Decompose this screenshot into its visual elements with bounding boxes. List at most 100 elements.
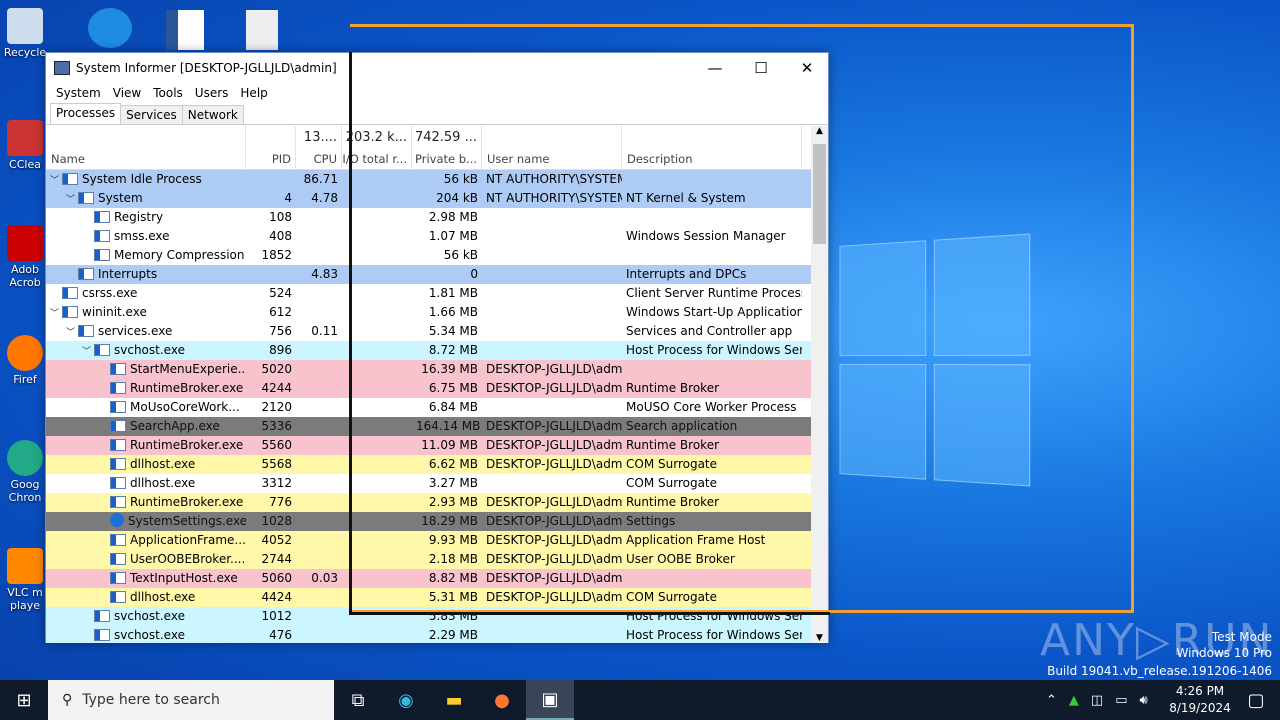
- desktop-icon-acrobat[interactable]: Adob Acrob: [0, 225, 50, 289]
- column-label: Name: [51, 152, 85, 166]
- process-row[interactable]: RuntimeBroker.exe 776 2.93 MB DESKTOP-JGLLJ…: [46, 493, 812, 512]
- desc-cell: Search application: [626, 419, 738, 433]
- desktop-icon-ccleaner[interactable]: CClea: [0, 120, 50, 171]
- priv-cell: 8.72 MB: [428, 343, 478, 357]
- process-row[interactable]: SystemSettings.exe 1028 18.29 MB DESKTOP-JG…: [46, 512, 812, 531]
- chevron-down-icon[interactable]: ﹀: [66, 324, 78, 341]
- pid-cell: 5560: [261, 438, 292, 452]
- process-icon: [62, 306, 78, 318]
- desktop-icon-recycle-bin[interactable]: Recycle: [0, 8, 50, 59]
- process-row[interactable]: ﹀ System Idle Process 86.71 56 kB NT AUTHORI…: [46, 170, 812, 189]
- chevron-down-icon[interactable]: ﹀: [82, 343, 94, 360]
- process-row[interactable]: MoUsoCoreWork... 2120 6.84 MB MoUSO Core Wo…: [46, 398, 812, 417]
- process-row[interactable]: dllhost.exe 4424 5.31 MB DESKTOP-JGLLJLD\ad…: [46, 588, 812, 607]
- edge-taskbar-icon[interactable]: ◉: [382, 680, 430, 720]
- start-button[interactable]: ⊞: [0, 680, 48, 720]
- process-row[interactable]: Memory Compression 1852 56 kB: [46, 246, 812, 265]
- menu-tools[interactable]: Tools: [147, 86, 189, 100]
- process-name: RuntimeBroker.exe: [130, 495, 244, 509]
- process-row[interactable]: ﹀ services.exe 756 0.11 5.34 MB Services and …: [46, 322, 812, 341]
- column-header[interactable]: User name: [482, 126, 622, 169]
- vertical-scrollbar[interactable]: ▲ ▼: [811, 126, 828, 643]
- scrollbar-thumb[interactable]: [813, 144, 826, 244]
- process-row[interactable]: svchost.exe 1012 5.83 MB Host Process for W…: [46, 607, 812, 626]
- column-header[interactable]: PID: [246, 126, 296, 169]
- desktop-icon-firefox[interactable]: Firef: [0, 335, 50, 386]
- process-row[interactable]: smss.exe 408 1.07 MB Windows Session Manage…: [46, 227, 812, 246]
- user-cell: DESKTOP-JGLLJLD\admi: [486, 533, 622, 547]
- process-row[interactable]: ApplicationFrame... 4052 9.93 MB DESKTOP-JG…: [46, 531, 812, 550]
- process-name-cell: dllhost.exe: [46, 474, 246, 493]
- file-explorer-icon[interactable]: ▬: [430, 680, 478, 720]
- edge-desktop-icon[interactable]: [88, 8, 132, 48]
- process-row[interactable]: ﹀ System 4 4.78 204 kB NT AUTHORITY\SYSTEM NT …: [46, 189, 812, 208]
- process-row[interactable]: RuntimeBroker.exe 4244 6.75 MB DESKTOP-JGLL…: [46, 379, 812, 398]
- chevron-up-icon[interactable]: ⌃: [1046, 693, 1057, 708]
- column-header[interactable]: 203.2 k... I/O total r...: [342, 126, 412, 169]
- chevron-down-icon[interactable]: ﹀: [66, 191, 78, 208]
- user-cell: DESKTOP-JGLLJLD\admi: [486, 590, 622, 604]
- process-icon: [62, 173, 78, 185]
- process-icon: [78, 268, 94, 280]
- column-header[interactable]: Name: [46, 126, 246, 169]
- process-row[interactable]: Registry 108 2.98 MB: [46, 208, 812, 227]
- title-bar[interactable]: System Informer [DESKTOP-JGLLJLD\admin] …: [46, 53, 828, 83]
- desktop-icon-vlc[interactable]: VLC m playe: [0, 548, 50, 612]
- process-row[interactable]: UserOOBEBroker.... 2744 2.18 MB DESKTOP-JGL…: [46, 550, 812, 569]
- notifications-icon[interactable]: ▢: [1232, 680, 1280, 720]
- firefox-taskbar-icon[interactable]: ●: [478, 680, 526, 720]
- process-name-cell: ﹀ System: [46, 189, 246, 208]
- meet-now-icon[interactable]: ◫: [1091, 693, 1103, 708]
- process-name-cell: smss.exe: [46, 227, 246, 246]
- taskbar-search-box[interactable]: ⚲ Type here to search: [48, 680, 334, 720]
- io-cell: [342, 189, 412, 208]
- pid-cell: 612: [269, 305, 292, 319]
- column-header[interactable]: 742.59 ... Private b...: [412, 126, 482, 169]
- desktop-icon-chrome[interactable]: Goog Chron: [0, 440, 50, 504]
- tab-network[interactable]: Network: [181, 105, 244, 124]
- column-header[interactable]: Description: [622, 126, 802, 169]
- close-button[interactable]: ✕: [784, 53, 830, 83]
- process-row[interactable]: dllhost.exe 3312 3.27 MB COM Surrogate: [46, 474, 812, 493]
- menu-view[interactable]: View: [107, 86, 147, 100]
- activity-graph-icon[interactable]: ▲: [1069, 693, 1079, 708]
- menu-help[interactable]: Help: [234, 86, 273, 100]
- priv-cell: 1.07 MB: [428, 229, 478, 243]
- process-row[interactable]: StartMenuExperie... 5020 16.39 MB DESKTOP-J…: [46, 360, 812, 379]
- word-desktop-icon[interactable]: [166, 10, 204, 50]
- process-row[interactable]: RuntimeBroker.exe 5560 11.09 MB DESKTOP-JGL…: [46, 436, 812, 455]
- process-row[interactable]: TextInputHost.exe 5060 0.03 8.82 MB DESKTOP-…: [46, 569, 812, 588]
- priv-cell: 11.09 MB: [421, 438, 478, 452]
- process-name: svchost.exe: [114, 609, 185, 623]
- priv-cell: 6.75 MB: [428, 381, 478, 395]
- process-row[interactable]: dllhost.exe 5568 6.62 MB DESKTOP-JGLLJLD\ad…: [46, 455, 812, 474]
- process-row[interactable]: Interrupts 4.83 0 Interrupts and DPCs: [46, 265, 812, 284]
- volume-icon[interactable]: 🔊︎: [1140, 693, 1148, 708]
- chevron-down-icon[interactable]: ﹀: [50, 172, 62, 189]
- process-row[interactable]: ﹀ wininit.exe 612 1.66 MB Windows Start-Up A…: [46, 303, 812, 322]
- minimize-button[interactable]: —: [692, 53, 738, 83]
- app-icon: [54, 61, 70, 75]
- chevron-down-icon[interactable]: ﹀: [50, 305, 62, 322]
- maximize-button[interactable]: ☐: [738, 53, 784, 83]
- process-name: RuntimeBroker.exe: [130, 438, 244, 452]
- process-row[interactable]: SearchApp.exe 5336 164.14 MB DESKTOP-JGLLJL…: [46, 417, 812, 436]
- tab-services[interactable]: Services: [120, 105, 183, 124]
- column-header[interactable]: 13.... CPU: [296, 126, 342, 169]
- scroll-down-icon[interactable]: ▼: [811, 633, 828, 643]
- task-view-icon[interactable]: ⧉: [334, 680, 382, 720]
- process-row[interactable]: csrss.exe 524 1.81 MB Client Server Runtime…: [46, 284, 812, 303]
- clock[interactable]: 4:26 PM 8/19/2024: [1160, 683, 1240, 717]
- desc-cell: Host Process for Windows Ser...: [626, 343, 802, 357]
- process-row[interactable]: ﹀ svchost.exe 896 8.72 MB Host Process for W…: [46, 341, 812, 360]
- menu-system[interactable]: System: [50, 86, 107, 100]
- scroll-up-icon[interactable]: ▲: [811, 126, 828, 136]
- menu-users[interactable]: Users: [189, 86, 235, 100]
- image-file-desktop-icon[interactable]: [246, 10, 278, 50]
- process-row[interactable]: svchost.exe 476 2.29 MB Host Process for Wi…: [46, 626, 812, 643]
- network-icon[interactable]: ▭: [1115, 693, 1127, 708]
- io-cell: [342, 569, 412, 588]
- tab-processes[interactable]: Processes: [50, 103, 122, 124]
- system-informer-taskbar-icon[interactable]: ▣: [526, 680, 574, 720]
- cpu-cell: [296, 284, 342, 303]
